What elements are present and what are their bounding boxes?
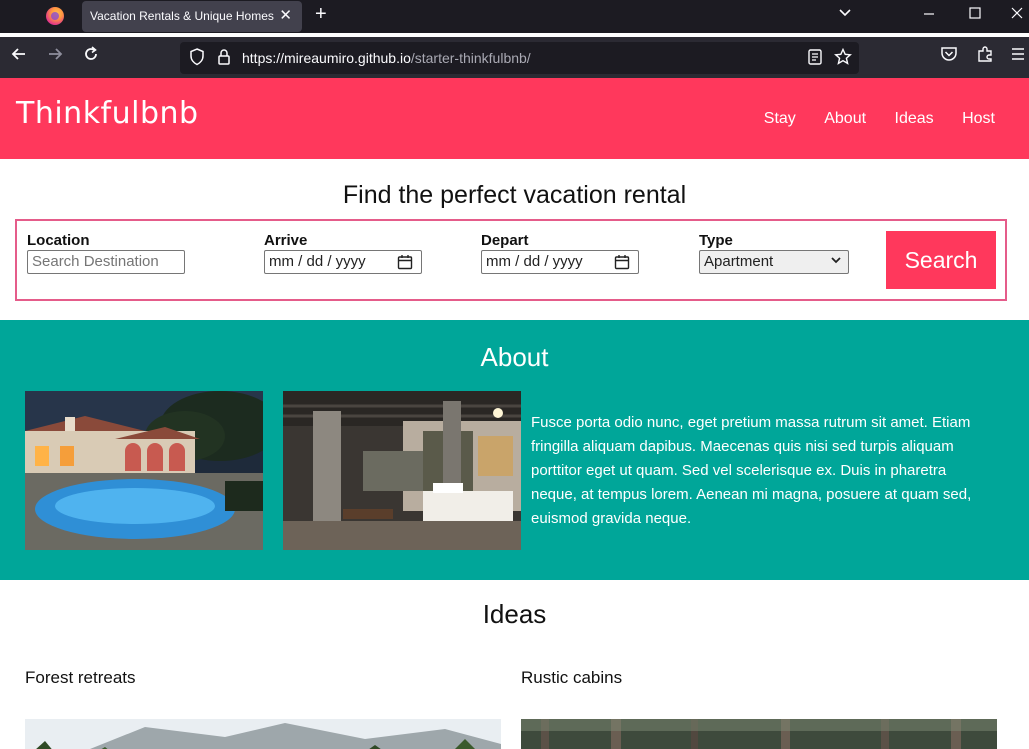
extensions-icon[interactable] bbox=[976, 45, 994, 68]
browser-nav-bar: https://mireaumiro.github.io/starter-thi… bbox=[0, 37, 1029, 78]
search-form: Location Search Destination Arrive mm / … bbox=[15, 219, 1007, 301]
web-page: Thinkfulbnb Stay About Ideas Host Find t… bbox=[0, 78, 1029, 749]
depart-date-value: mm / dd / yyyy bbox=[486, 253, 583, 270]
nav-link-host[interactable]: Host bbox=[962, 110, 995, 127]
pocket-icon[interactable] bbox=[940, 45, 958, 68]
rustic-cabin-photo[interactable] bbox=[521, 719, 997, 749]
reload-icon[interactable] bbox=[82, 45, 100, 68]
new-tab-icon[interactable]: + bbox=[315, 3, 327, 26]
bookmark-star-icon[interactable] bbox=[834, 47, 852, 71]
search-button[interactable]: Search bbox=[886, 231, 996, 289]
location-field: Location Search Destination bbox=[27, 233, 185, 274]
type-select[interactable]: Apartment bbox=[699, 250, 849, 274]
loft-bedroom-photo bbox=[283, 391, 521, 550]
chevron-down-icon bbox=[830, 253, 842, 270]
url-text[interactable]: https://mireaumiro.github.io/starter-thi… bbox=[242, 50, 531, 66]
type-select-value: Apartment bbox=[704, 253, 774, 270]
close-tab-icon[interactable]: ✕ bbox=[279, 6, 292, 24]
forest-retreat-photo[interactable] bbox=[25, 719, 501, 749]
calendar-icon[interactable] bbox=[397, 254, 413, 273]
site-nav: Stay About Ideas Host bbox=[740, 110, 995, 128]
lock-icon[interactable] bbox=[217, 48, 231, 71]
browser-tab[interactable]: Vacation Rentals & Unique Homes ✕ bbox=[82, 1, 302, 32]
menu-hamburger-icon[interactable] bbox=[1010, 45, 1026, 68]
site-header: Thinkfulbnb Stay About Ideas Host bbox=[0, 78, 1029, 159]
depart-label: Depart bbox=[481, 232, 529, 249]
search-title: Find the perfect vacation rental bbox=[342, 181, 687, 209]
arrive-label: Arrive bbox=[264, 232, 308, 249]
idea-title-forest[interactable]: Forest retreats bbox=[25, 668, 136, 688]
idea-title-cabins[interactable]: Rustic cabins bbox=[521, 668, 622, 688]
type-field: Type Apartment bbox=[699, 233, 849, 274]
tab-title: Vacation Rentals & Unique Homes bbox=[90, 9, 274, 23]
about-description: Fusce porta odio nunc, eget pretium mass… bbox=[531, 414, 972, 527]
location-label: Location bbox=[27, 232, 90, 249]
ideas-title: Ideas bbox=[482, 599, 547, 629]
type-label: Type bbox=[699, 232, 733, 249]
depart-date-input[interactable]: mm / dd / yyyy bbox=[481, 250, 639, 274]
maximize-icon[interactable] bbox=[968, 6, 982, 23]
arrive-date-value: mm / dd / yyyy bbox=[269, 253, 366, 270]
nav-link-stay[interactable]: Stay bbox=[764, 110, 796, 127]
about-title: About bbox=[480, 342, 549, 372]
forward-arrow-icon[interactable] bbox=[46, 45, 64, 68]
url-path: /starter-thinkfulbnb/ bbox=[410, 50, 531, 66]
shield-icon[interactable] bbox=[189, 48, 205, 71]
url-bar[interactable]: https://mireaumiro.github.io/starter-thi… bbox=[180, 42, 859, 74]
location-input[interactable]: Search Destination bbox=[27, 250, 185, 274]
calendar-icon[interactable] bbox=[614, 254, 630, 273]
close-window-icon[interactable] bbox=[1010, 6, 1024, 23]
nav-link-about[interactable]: About bbox=[824, 110, 866, 127]
minimize-icon[interactable] bbox=[922, 6, 936, 23]
browser-tab-bar: Vacation Rentals & Unique Homes ✕ + bbox=[0, 0, 1029, 33]
about-section: About Fusce porta odio nunc, eget pretiu… bbox=[0, 320, 1029, 580]
arrive-field: Arrive mm / dd / yyyy bbox=[264, 233, 422, 274]
site-logo[interactable]: Thinkfulbnb bbox=[16, 96, 199, 131]
firefox-logo-icon[interactable] bbox=[46, 7, 64, 25]
url-host: https://mireaumiro.github.io bbox=[242, 50, 411, 66]
back-arrow-icon[interactable] bbox=[10, 45, 28, 68]
nav-link-ideas[interactable]: Ideas bbox=[895, 110, 934, 127]
arrive-date-input[interactable]: mm / dd / yyyy bbox=[264, 250, 422, 274]
depart-field: Depart mm / dd / yyyy bbox=[481, 233, 639, 274]
villa-pool-photo bbox=[25, 391, 263, 550]
reader-view-icon[interactable] bbox=[807, 48, 823, 71]
list-tabs-chevron-icon[interactable] bbox=[838, 6, 852, 23]
